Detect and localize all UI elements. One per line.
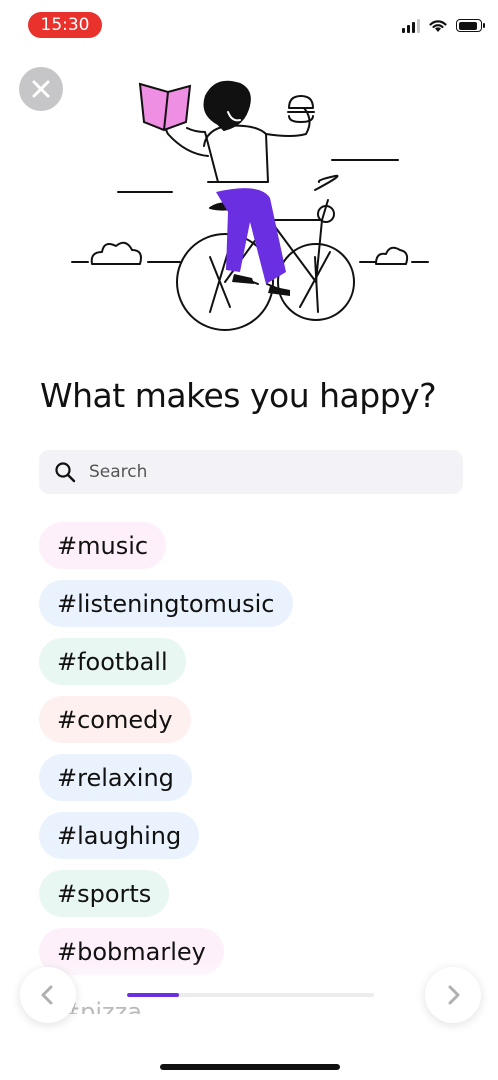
tag-list: #music #listeningtomusic #football #come… [39,522,479,975]
tag-chip-music[interactable]: #music [39,522,167,569]
cyclist-illustration [71,80,429,331]
progress-fill [127,993,179,997]
next-button[interactable] [425,967,481,1023]
chevron-left-icon [41,985,53,1005]
status-bar: 15:30 [0,0,498,54]
tag-chip-laughing[interactable]: #laughing [39,812,200,859]
home-indicator [160,1064,340,1070]
tag-chip-relaxing[interactable]: #relaxing [39,754,192,801]
progress-bar [127,993,374,997]
signal-icon [402,18,420,33]
close-icon [32,80,50,98]
search-bar[interactable] [39,450,463,494]
tag-chip-sports[interactable]: #sports [39,870,170,917]
page-title: What makes you happy? [40,376,437,415]
close-button[interactable] [19,67,63,111]
tag-chip-comedy[interactable]: #comedy [39,696,191,743]
search-input[interactable] [87,461,463,483]
status-time: 15:30 [28,12,102,38]
wifi-icon [429,20,447,32]
chevron-right-icon [448,985,460,1005]
status-icons [402,18,485,33]
search-icon [55,462,76,483]
tag-chip-football[interactable]: #football [39,638,186,685]
prev-button[interactable] [20,967,76,1023]
tag-chip-listeningtomusic[interactable]: #listeningtomusic [39,580,293,627]
battery-icon [456,19,485,32]
